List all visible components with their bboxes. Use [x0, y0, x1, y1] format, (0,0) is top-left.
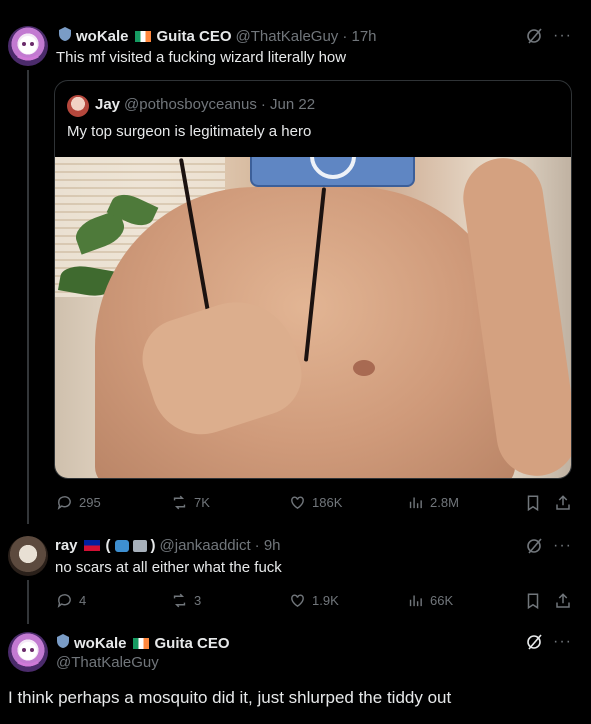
tweet2-header: ray ( ) @jankaaddict · 9h	[55, 537, 281, 554]
author-name[interactable]: woKale	[74, 635, 127, 652]
quote-text: My top surgeon is legitimately a hero	[67, 123, 312, 140]
quote-photo[interactable]	[55, 157, 571, 478]
share-icon[interactable]	[554, 592, 572, 615]
quote-author-name[interactable]: Jay	[95, 96, 120, 113]
avatar-wokale[interactable]	[8, 632, 48, 672]
author-handle[interactable]: @jankaaddict	[160, 537, 251, 554]
quote-header: Jay @pothosboyceanus · Jun 22	[95, 96, 315, 113]
views-button[interactable]: 2.8M	[407, 494, 459, 511]
author-name-tags[interactable]: (	[106, 537, 111, 554]
grok-icon[interactable]	[526, 27, 544, 50]
thread-line	[27, 580, 29, 624]
shield-badge-icon	[58, 26, 72, 47]
views-count: 66K	[430, 593, 454, 608]
repost-icon	[173, 593, 186, 608]
share-icon[interactable]	[554, 494, 572, 517]
reply-count: 4	[79, 593, 87, 608]
tweet-text: no scars at all either what the fuck	[55, 559, 282, 576]
quote-author-handle[interactable]: @pothosboyceanus	[124, 96, 257, 113]
thread-line	[27, 70, 29, 524]
repost-count: 7K	[194, 495, 210, 510]
flag-ireland-icon	[132, 638, 149, 649]
phone-ring	[310, 157, 356, 179]
reply-icon	[57, 594, 71, 608]
views-icon	[409, 497, 422, 509]
reply-button[interactable]: 4	[56, 592, 86, 609]
quoted-tweet[interactable]: Jay @pothosboyceanus · Jun 22 My top sur…	[54, 80, 572, 479]
repost-button[interactable]: 7K	[171, 494, 210, 511]
shield-badge-icon	[56, 633, 70, 654]
like-button[interactable]: 1.9K	[289, 592, 339, 609]
author-name[interactable]: ray	[55, 537, 78, 554]
reply-count: 295	[79, 495, 101, 510]
phone	[250, 157, 415, 187]
more-icon[interactable]: ···	[553, 633, 572, 651]
like-button[interactable]: 186K	[289, 494, 342, 511]
flag-haiti-icon	[83, 540, 100, 551]
tweet-text-large: I think perhaps a mosquito did it, just …	[8, 688, 452, 707]
views-button[interactable]: 66K	[407, 592, 453, 609]
like-count: 1.9K	[312, 593, 339, 608]
reply-button[interactable]: 295	[56, 494, 101, 511]
more-icon[interactable]: ···	[553, 537, 572, 555]
views-icon	[409, 595, 422, 607]
tweet-time[interactable]: · 9h	[255, 537, 281, 554]
flag-ireland-icon	[134, 31, 151, 42]
views-count: 2.8M	[430, 495, 459, 510]
author-name-tags-end[interactable]: )	[151, 537, 156, 554]
like-count: 186K	[312, 495, 343, 510]
repost-count: 3	[194, 593, 202, 608]
tweet3-header: woKale Guita CEO	[56, 633, 230, 654]
grok-icon[interactable]	[526, 633, 544, 656]
like-icon	[291, 496, 304, 510]
author-handle[interactable]: @ThatKaleGuy	[236, 28, 339, 45]
more-icon[interactable]: ···	[553, 27, 572, 45]
avatar-wokale[interactable]	[8, 26, 48, 66]
tweet1-header: woKale Guita CEO @ThatKaleGuy · 17h	[58, 26, 377, 47]
tweet-text: This mf visited a fucking wizard literal…	[56, 49, 347, 66]
repost-icon	[173, 495, 186, 510]
author-name[interactable]: woKale	[76, 28, 129, 45]
author-name-suffix[interactable]: Guita CEO	[155, 635, 230, 652]
bookmark-icon[interactable]	[524, 592, 542, 615]
emoji-icon	[114, 539, 129, 552]
like-icon	[291, 594, 304, 608]
author-handle[interactable]: @ThatKaleGuy	[56, 654, 159, 671]
emoji-icon	[132, 539, 147, 552]
tweet-time[interactable]: · 17h	[342, 28, 376, 45]
author-name-suffix[interactable]: Guita CEO	[157, 28, 232, 45]
avatar-jay[interactable]	[67, 95, 89, 117]
nipple	[353, 360, 375, 376]
repost-button[interactable]: 3	[171, 592, 201, 609]
quote-time[interactable]: · Jun 22	[261, 96, 315, 113]
bookmark-icon[interactable]	[524, 494, 542, 517]
avatar-ray[interactable]	[8, 536, 48, 576]
grok-icon[interactable]	[526, 537, 544, 560]
reply-icon	[57, 496, 71, 510]
